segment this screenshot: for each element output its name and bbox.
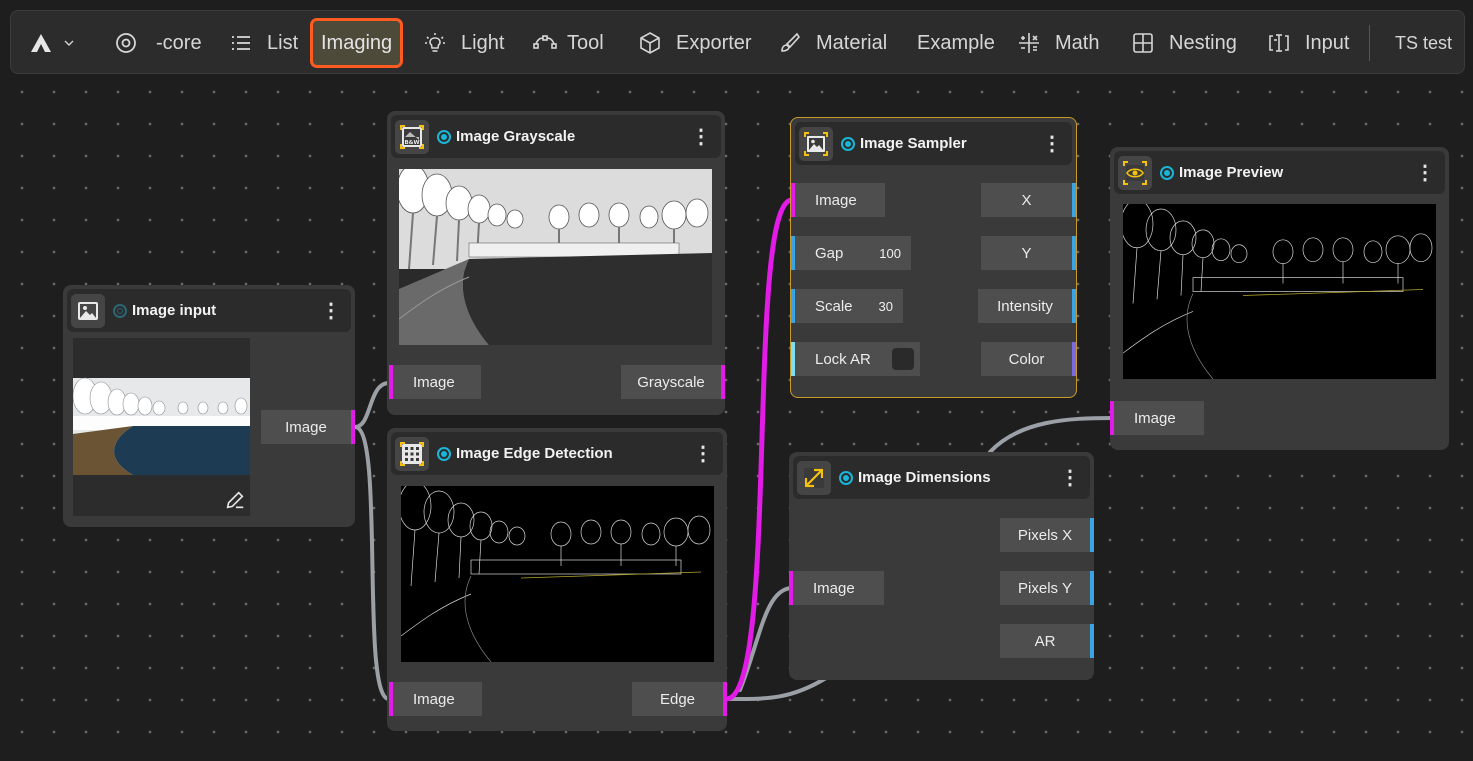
node-title: Image Preview (1179, 164, 1284, 181)
output-port-y[interactable]: Y (981, 236, 1076, 270)
node-image-input[interactable]: Image input ⋮ Image (63, 285, 355, 527)
port-label: Image (413, 373, 455, 391)
node-title: Image Grayscale (456, 128, 576, 145)
node-image-dimensions[interactable]: Image Dimensions ⋮ Image Pixels X Pixels… (789, 452, 1094, 680)
port-label: Image (813, 579, 855, 597)
gap-field[interactable]: Gap 100 (791, 236, 911, 270)
more-icon[interactable]: ⋮ (1042, 134, 1062, 154)
image-preview-output (1123, 204, 1436, 379)
more-icon[interactable]: ⋮ (693, 444, 713, 464)
output-port-edge[interactable]: Edge (632, 682, 727, 716)
input-port-image[interactable]: Image (791, 183, 885, 217)
image-icon (71, 293, 105, 328)
port-label: Pixels Y (1018, 579, 1072, 597)
wire-edge-to-sampler (723, 197, 795, 702)
port-label: Image (413, 690, 455, 708)
scale-value[interactable]: 30 (879, 299, 893, 314)
input-port-image[interactable]: Image (1110, 401, 1204, 435)
port-label: Image (285, 418, 327, 436)
wire-edge-to-dimensions-in (738, 586, 793, 692)
resize-icon (797, 460, 831, 495)
node-header[interactable]: Image Sampler ⋮ (795, 122, 1072, 165)
output-port-image[interactable]: Image (261, 410, 355, 444)
gap-value[interactable]: 100 (879, 246, 901, 261)
status-dot[interactable] (839, 470, 853, 485)
port-label: X (1021, 191, 1032, 209)
node-title: Image Sampler (860, 135, 967, 152)
wire-input-to-grayscale (353, 381, 391, 429)
grayscale-preview (399, 169, 712, 345)
scale-field[interactable]: Scale 30 (791, 289, 903, 323)
field-label: Gap (815, 244, 844, 262)
node-title: Image Dimensions (858, 469, 991, 486)
node-title: Image input (132, 302, 217, 319)
port-label: Image (815, 191, 857, 209)
field-label: Lock AR (815, 350, 871, 368)
svg-text:B&W: B&W (404, 140, 419, 146)
node-header[interactable]: Image Preview ⋮ (1114, 151, 1445, 194)
grayscale-icon: B&W (395, 119, 429, 154)
node-header[interactable]: Image input ⋮ (67, 289, 351, 332)
sampler-icon (799, 126, 833, 161)
more-icon[interactable]: ⋮ (1415, 163, 1435, 183)
more-icon[interactable]: ⋮ (1060, 468, 1080, 488)
status-dot[interactable] (113, 303, 127, 318)
port-label: Edge (659, 690, 696, 708)
lock-ar-checkbox[interactable] (892, 348, 914, 370)
edge-detection-preview (401, 486, 714, 662)
edit-icon[interactable] (224, 489, 246, 511)
output-port-pixels-x[interactable]: Pixels X (1000, 518, 1094, 552)
status-dot[interactable] (437, 129, 451, 144)
port-label: Intensity (997, 297, 1053, 315)
node-image-preview[interactable]: Image Preview ⋮ Image (1110, 147, 1449, 450)
status-dot[interactable] (841, 136, 855, 151)
output-port-ar[interactable]: AR (1000, 624, 1094, 658)
wire-input-to-edge (353, 425, 391, 701)
input-port-image[interactable]: Image (789, 571, 884, 605)
node-header[interactable]: B&W Image Grayscale ⋮ (391, 115, 721, 158)
port-label: Color (1008, 350, 1045, 368)
port-label: Pixels X (1017, 526, 1073, 544)
output-port-pixels-y[interactable]: Pixels Y (1000, 571, 1094, 605)
node-image-edge-detection[interactable]: Image Edge Detection ⋮ Image Edge (387, 428, 727, 731)
output-port-intensity[interactable]: Intensity (978, 289, 1076, 323)
output-port-color[interactable]: Color (981, 342, 1076, 376)
more-icon[interactable]: ⋮ (691, 127, 711, 147)
node-header[interactable]: Image Edge Detection ⋮ (391, 432, 723, 475)
lock-ar-field[interactable]: Lock AR (791, 342, 920, 376)
input-port-image[interactable]: Image (389, 682, 482, 716)
status-dot[interactable] (1160, 165, 1174, 180)
node-title: Image Edge Detection (456, 445, 613, 462)
node-image-grayscale[interactable]: B&W Image Grayscale ⋮ Image Grayscale (387, 111, 725, 415)
edge-detection-icon (395, 436, 429, 471)
status-dot[interactable] (437, 446, 451, 461)
port-label: Image (1134, 409, 1176, 427)
output-port-x[interactable]: X (981, 183, 1076, 217)
wire-dimensions-to-preview (988, 416, 1114, 454)
node-header[interactable]: Image Dimensions ⋮ (793, 456, 1090, 499)
port-label: Grayscale (637, 373, 705, 391)
output-port-grayscale[interactable]: Grayscale (621, 365, 725, 399)
more-icon[interactable]: ⋮ (321, 301, 341, 321)
node-image-sampler[interactable]: Image Sampler ⋮ Image Gap 100 Scale 30 L… (790, 117, 1077, 398)
port-label: Y (1021, 244, 1032, 262)
eye-preview-icon (1118, 155, 1152, 190)
port-label: AR (1034, 632, 1056, 650)
field-label: Scale (815, 297, 853, 315)
input-port-image[interactable]: Image (389, 365, 481, 399)
